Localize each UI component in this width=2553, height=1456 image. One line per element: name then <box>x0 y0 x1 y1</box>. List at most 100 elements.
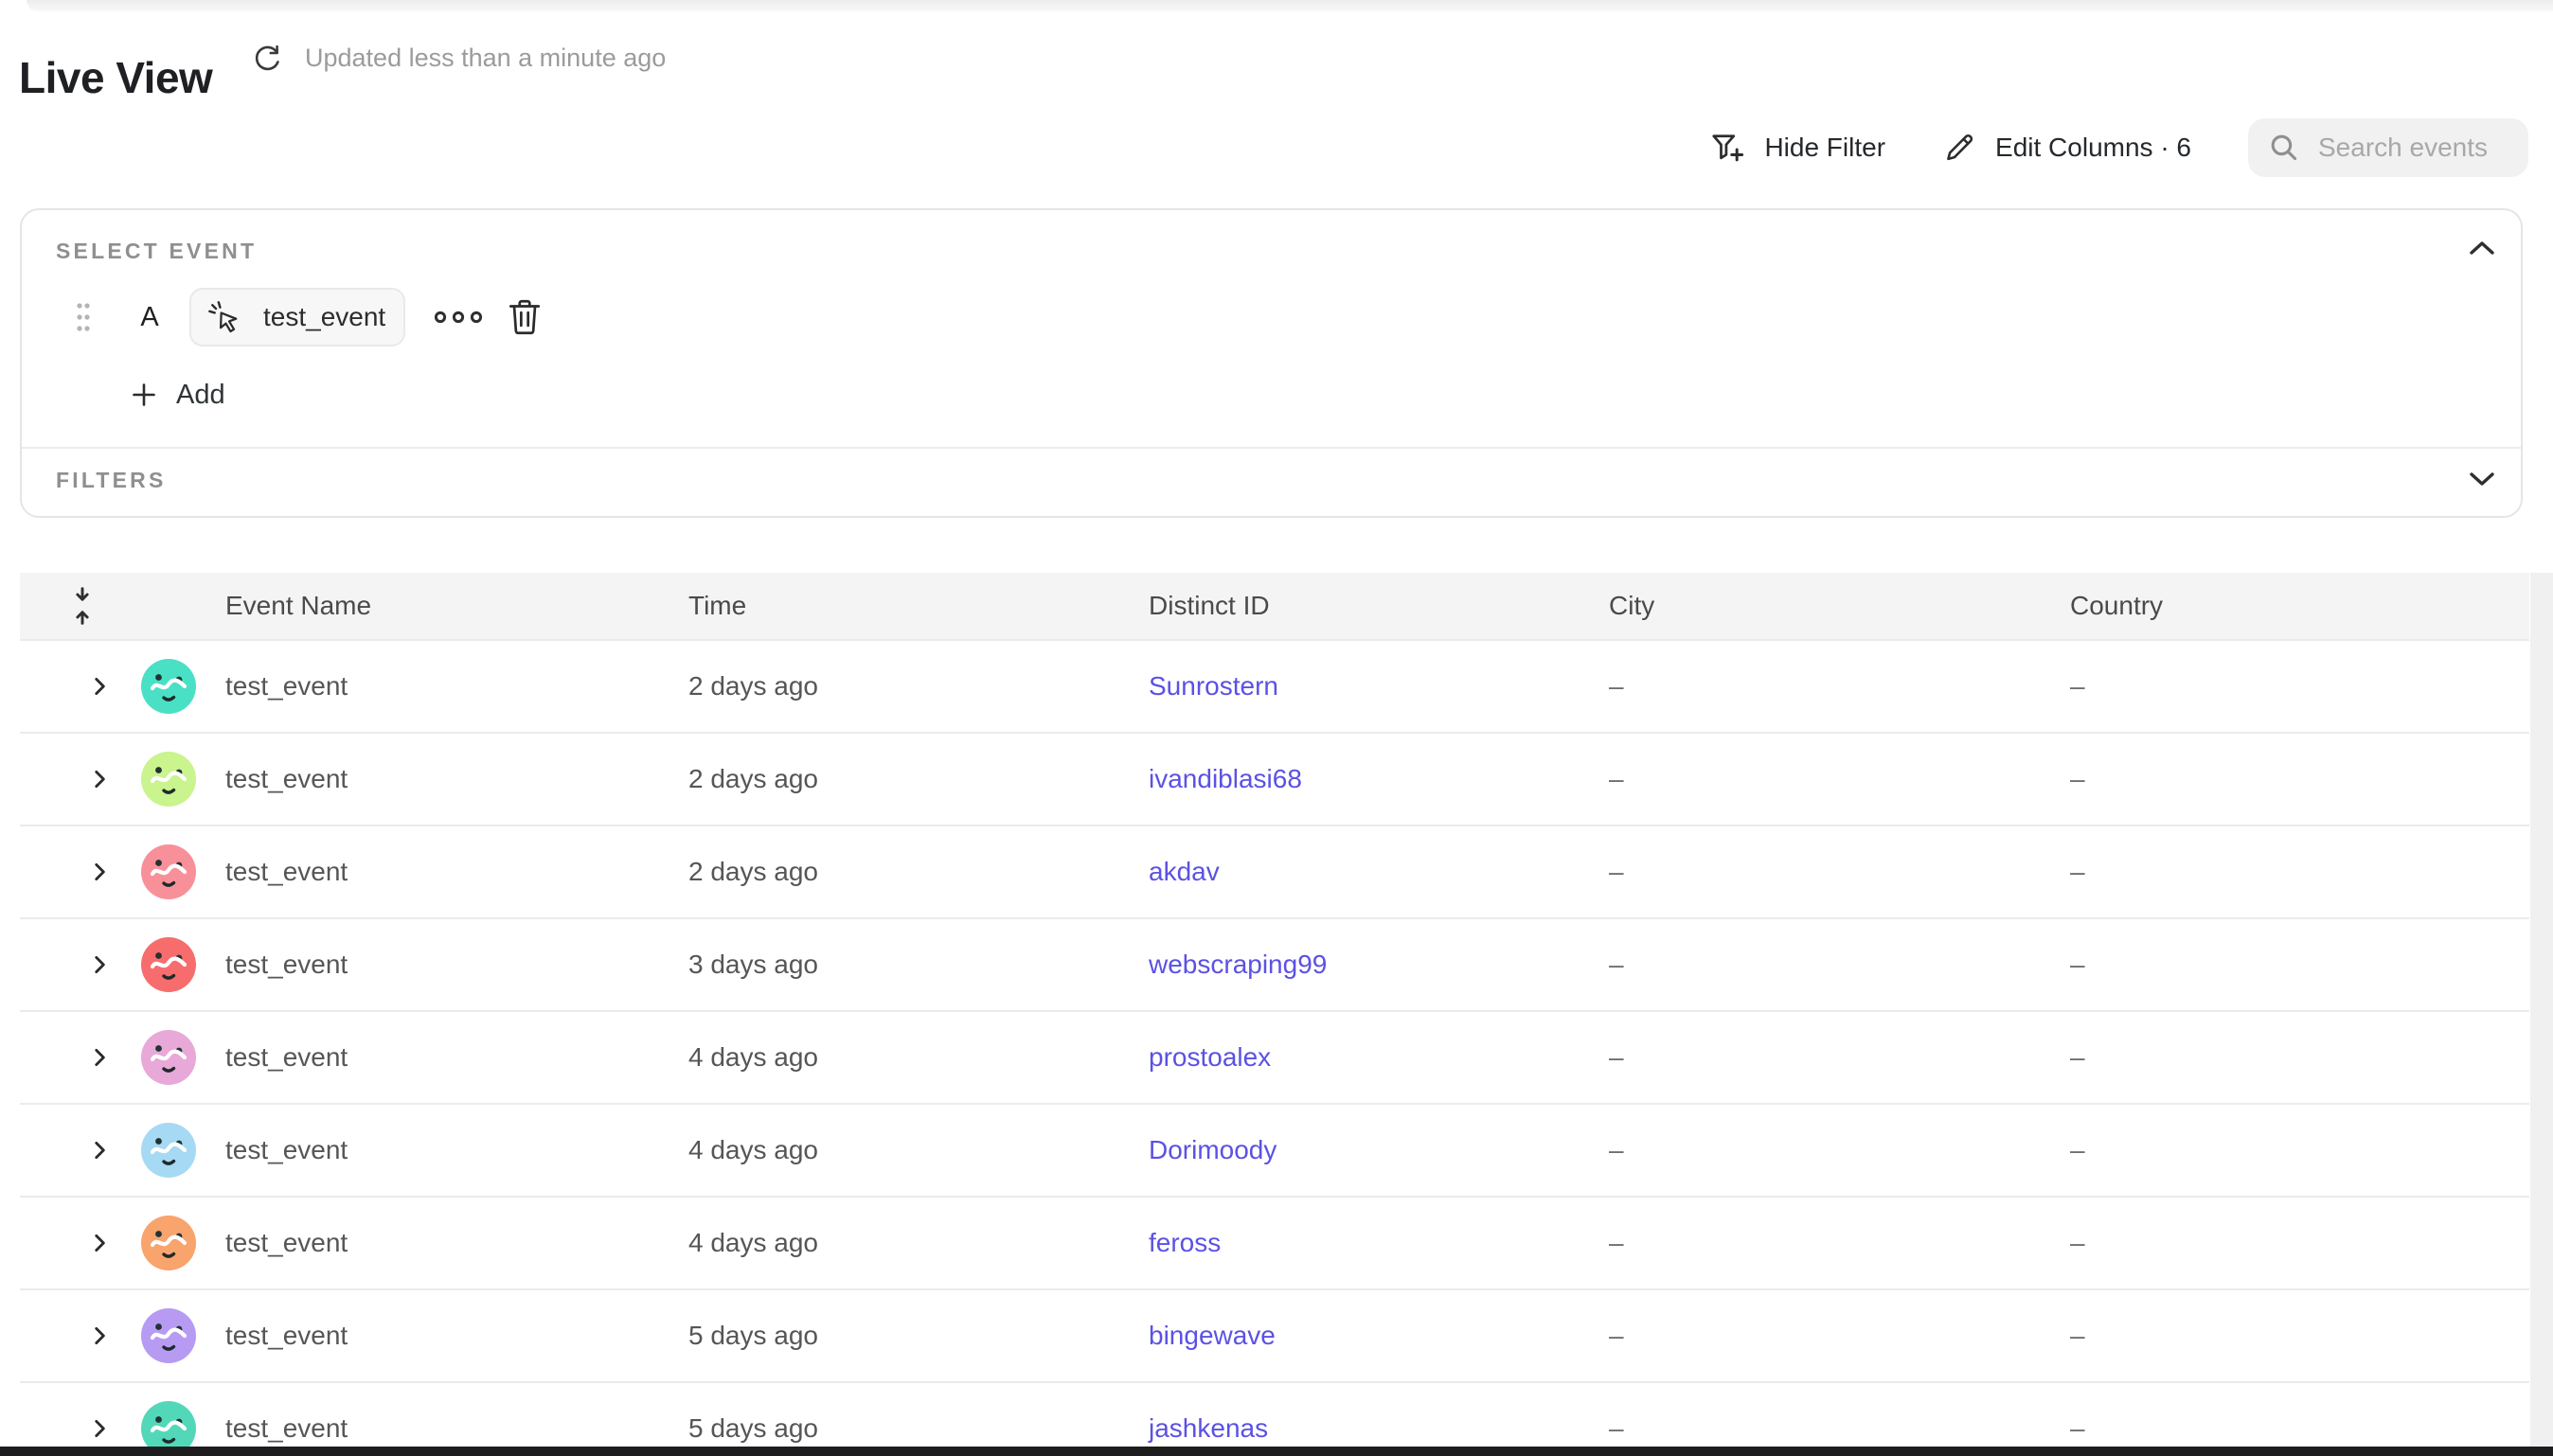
filter-plus-icon <box>1709 130 1745 166</box>
user-avatar <box>141 919 196 1010</box>
column-header-distinct-id: Distinct ID <box>1149 573 1270 639</box>
table-row[interactable]: test_event 2 days ago Sunrostern – – <box>20 639 2529 732</box>
expand-row-button[interactable] <box>82 919 116 1010</box>
distinct-id-link[interactable]: bingewave <box>1149 1290 1276 1381</box>
expand-row-button[interactable] <box>82 1290 116 1381</box>
hide-filter-button[interactable]: Hide Filter <box>1709 130 1885 166</box>
drag-handle[interactable] <box>74 298 93 336</box>
chevron-right-icon <box>87 1231 112 1255</box>
chevron-right-icon <box>87 952 112 977</box>
cell-country: – <box>2070 1105 2085 1196</box>
search-input[interactable] <box>2316 132 2509 164</box>
search-box[interactable] <box>2248 118 2528 177</box>
add-event-button[interactable]: Add <box>22 365 231 424</box>
expand-row-button[interactable] <box>82 1383 116 1456</box>
chevron-right-icon <box>87 1138 112 1163</box>
cell-time: 2 days ago <box>688 826 818 917</box>
cell-country: – <box>2070 1290 2085 1381</box>
select-event-label: SELECT EVENT <box>56 239 257 264</box>
cell-time: 5 days ago <box>688 1383 818 1456</box>
cell-event-name: test_event <box>225 1105 348 1196</box>
collapse-section-button[interactable] <box>2468 239 2496 257</box>
user-avatar <box>141 1290 196 1381</box>
cell-country: – <box>2070 826 2085 917</box>
expand-row-button[interactable] <box>82 826 116 917</box>
collapse-rows-icon <box>68 585 97 627</box>
refresh-button[interactable] <box>244 38 290 83</box>
distinct-id-link[interactable]: webscraping99 <box>1149 919 1327 1010</box>
cell-time: 3 days ago <box>688 919 818 1010</box>
table-row[interactable]: test_event 4 days ago Dorimoody – – <box>20 1103 2529 1196</box>
distinct-id-link[interactable]: ivandiblasi68 <box>1149 734 1302 825</box>
user-avatar <box>141 734 196 825</box>
distinct-id-link[interactable]: Dorimoody <box>1149 1105 1276 1196</box>
cell-city: – <box>1609 1012 1624 1103</box>
table-body: test_event 2 days ago Sunrostern – – tes… <box>20 639 2529 1456</box>
cell-event-name: test_event <box>225 1012 348 1103</box>
cell-time: 2 days ago <box>688 734 818 825</box>
cell-country: – <box>2070 641 2085 732</box>
column-header-city: City <box>1609 573 1654 639</box>
cell-country: – <box>2070 1383 2085 1456</box>
scrollbar-gutter <box>2530 573 2553 1456</box>
table-row[interactable]: test_event 3 days ago webscraping99 – – <box>20 917 2529 1010</box>
cell-event-name: test_event <box>225 1290 348 1381</box>
query-builder-card: SELECT EVENT A test_event <box>20 208 2523 518</box>
table-header: Event Name Time Distinct ID City Country <box>20 573 2529 639</box>
user-avatar <box>141 1198 196 1288</box>
distinct-id-link[interactable]: akdav <box>1149 826 1220 917</box>
avatar-face-icon <box>141 844 196 899</box>
collapse-all-rows-button[interactable] <box>62 573 103 639</box>
edit-columns-label: Edit Columns · 6 <box>1995 133 2191 163</box>
expand-row-button[interactable] <box>82 734 116 825</box>
trash-icon <box>508 297 542 337</box>
cell-city: – <box>1609 1290 1624 1381</box>
expand-row-button[interactable] <box>82 1105 116 1196</box>
table-row[interactable]: test_event 4 days ago prostoalex – – <box>20 1010 2529 1103</box>
event-step-row: A test_event <box>22 288 542 346</box>
table-row[interactable]: test_event 2 days ago ivandiblasi68 – – <box>20 732 2529 825</box>
cell-city: – <box>1609 641 1624 732</box>
edit-columns-button[interactable]: Edit Columns · 6 <box>1942 131 2191 165</box>
avatar-face-icon <box>141 1030 196 1085</box>
cell-event-name: test_event <box>225 919 348 1010</box>
cell-country: – <box>2070 1198 2085 1288</box>
chevron-down-icon <box>2468 470 2496 488</box>
user-avatar <box>141 641 196 732</box>
event-select-chip[interactable]: test_event <box>189 288 405 346</box>
table-row[interactable]: test_event 5 days ago bingewave – – <box>20 1288 2529 1381</box>
avatar-face-icon <box>141 752 196 807</box>
cell-event-name: test_event <box>225 641 348 732</box>
user-avatar <box>141 826 196 917</box>
user-avatar <box>141 1383 196 1456</box>
window-top-edge <box>27 0 2553 11</box>
distinct-id-link[interactable]: prostoalex <box>1149 1012 1271 1103</box>
table-row[interactable]: test_event 5 days ago jashkenas – – <box>20 1381 2529 1456</box>
screen-bottom-bar <box>0 1447 2553 1456</box>
expand-row-button[interactable] <box>82 1198 116 1288</box>
expand-row-button[interactable] <box>82 1012 116 1103</box>
cell-city: – <box>1609 1383 1624 1456</box>
table-row[interactable]: test_event 4 days ago feross – – <box>20 1196 2529 1288</box>
cell-time: 4 days ago <box>688 1105 818 1196</box>
hide-filter-label: Hide Filter <box>1764 133 1885 163</box>
chevron-right-icon <box>87 1323 112 1348</box>
distinct-id-link[interactable]: jashkenas <box>1149 1383 1268 1456</box>
cell-time: 5 days ago <box>688 1290 818 1381</box>
event-more-options-button[interactable] <box>432 308 485 327</box>
cell-time: 4 days ago <box>688 1198 818 1288</box>
chevron-right-icon <box>87 1045 112 1070</box>
distinct-id-link[interactable]: feross <box>1149 1198 1221 1288</box>
avatar-face-icon <box>141 1308 196 1363</box>
toolbar: Hide Filter Edit Columns · 6 <box>1709 117 2528 178</box>
delete-event-button[interactable] <box>508 297 542 337</box>
avatar-face-icon <box>141 1216 196 1270</box>
drag-handle-icon <box>74 300 93 334</box>
expand-row-button[interactable] <box>82 641 116 732</box>
search-icon <box>2267 131 2301 165</box>
cell-city: – <box>1609 919 1624 1010</box>
distinct-id-link[interactable]: Sunrostern <box>1149 641 1278 732</box>
chevron-right-icon <box>87 767 112 791</box>
table-row[interactable]: test_event 2 days ago akdav – – <box>20 825 2529 917</box>
expand-filters-button[interactable] <box>2468 470 2496 488</box>
